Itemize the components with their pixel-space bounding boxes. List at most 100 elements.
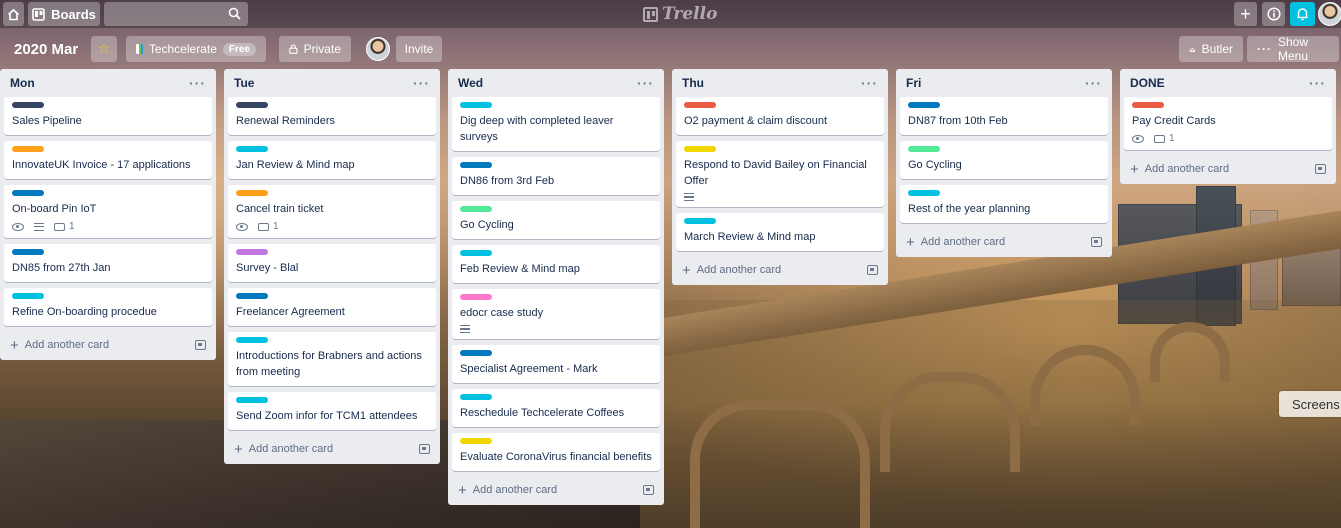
card[interactable]: On-board Pin IoT 1 xyxy=(4,185,212,238)
add-card-button[interactable]: + Add another card xyxy=(676,257,884,279)
card[interactable]: Respond to David Bailey on Financial Off… xyxy=(676,141,884,207)
list-title[interactable]: DONE xyxy=(1130,76,1165,90)
card[interactable]: Feb Review & Mind map xyxy=(452,245,660,283)
card-label-green[interactable] xyxy=(460,206,492,212)
add-card-link[interactable]: + Add another card xyxy=(234,441,333,458)
search-input[interactable] xyxy=(104,2,248,26)
card[interactable]: Freelancer Agreement xyxy=(228,288,436,326)
card-label-yellow[interactable] xyxy=(460,438,492,444)
card-template-icon[interactable] xyxy=(195,340,206,350)
card-label-sky[interactable] xyxy=(460,102,492,108)
list-header[interactable]: Fri ··· xyxy=(900,69,1108,97)
visibility-button[interactable]: Private xyxy=(279,36,351,62)
card[interactable]: Cancel train ticket 1 xyxy=(228,185,436,238)
card-label-sky[interactable] xyxy=(236,397,268,403)
card[interactable]: Send Zoom infor for TCM1 attendees xyxy=(228,392,436,430)
list-header[interactable]: Mon ··· xyxy=(4,69,212,97)
list-menu-icon[interactable]: ··· xyxy=(637,75,654,91)
team-button[interactable]: Techcelerate Free xyxy=(126,36,266,62)
add-card-button[interactable]: + Add another card xyxy=(4,332,212,354)
list-menu-icon[interactable]: ··· xyxy=(1085,75,1102,91)
card-template-icon[interactable] xyxy=(1091,237,1102,247)
card-label-sky[interactable] xyxy=(460,250,492,256)
list-title[interactable]: Mon xyxy=(10,76,35,90)
list-thu[interactable]: Thu ··· O2 payment & claim discount Respond… xyxy=(672,69,888,285)
list-done[interactable]: DONE ··· Pay Credit Cards 1 + Add another car… xyxy=(1120,69,1336,184)
notifications-button[interactable] xyxy=(1290,2,1315,26)
card-label-blue[interactable] xyxy=(12,190,44,196)
user-avatar[interactable] xyxy=(1318,2,1341,26)
card-label-sky[interactable] xyxy=(684,218,716,224)
list-title[interactable]: Tue xyxy=(234,76,254,90)
list-mon[interactable]: Mon ··· Sales Pipeline InnovateUK Invoice -… xyxy=(0,69,216,360)
card-label-blue[interactable] xyxy=(460,162,492,168)
card-label-purple[interactable] xyxy=(236,249,268,255)
list-menu-icon[interactable]: ··· xyxy=(413,75,430,91)
card-label-sky[interactable] xyxy=(236,337,268,343)
card[interactable]: Rest of the year planning xyxy=(900,185,1108,223)
card[interactable]: Sales Pipeline xyxy=(4,97,212,135)
card[interactable]: DN86 from 3rd Feb xyxy=(452,157,660,195)
card-label-sky[interactable] xyxy=(236,146,268,152)
add-card-link[interactable]: + Add another card xyxy=(10,337,109,354)
list-title[interactable]: Wed xyxy=(458,76,483,90)
card-label-red[interactable] xyxy=(684,102,716,108)
card-label-blue[interactable] xyxy=(236,293,268,299)
list-menu-icon[interactable]: ··· xyxy=(861,75,878,91)
trello-logo[interactable]: Trello xyxy=(643,4,717,24)
card-label-blue[interactable] xyxy=(908,102,940,108)
list-tue[interactable]: Tue ··· Renewal Reminders Jan Review & Mind… xyxy=(224,69,440,464)
card[interactable]: Go Cycling xyxy=(900,141,1108,179)
list-header[interactable]: Thu ··· xyxy=(676,69,884,97)
add-card-button[interactable]: + Add another card xyxy=(900,229,1108,251)
card-template-icon[interactable] xyxy=(1315,164,1326,174)
card-label-sky[interactable] xyxy=(908,190,940,196)
card-label-red[interactable] xyxy=(1132,102,1164,108)
butler-button[interactable]: Butler xyxy=(1179,36,1243,62)
card[interactable]: Pay Credit Cards 1 xyxy=(1124,97,1332,150)
add-card-link[interactable]: + Add another card xyxy=(682,262,781,279)
card-label-sky[interactable] xyxy=(12,293,44,299)
card[interactable]: InnovateUK Invoice - 17 applications xyxy=(4,141,212,179)
card-template-icon[interactable] xyxy=(419,444,430,454)
card[interactable]: Evaluate CoronaVirus financial benefits xyxy=(452,433,660,471)
card[interactable]: March Review & Mind map xyxy=(676,213,884,251)
list-fri[interactable]: Fri ··· DN87 from 10th Feb Go Cycling Rest o… xyxy=(896,69,1112,257)
list-title[interactable]: Thu xyxy=(682,76,704,90)
card[interactable]: Introductions for Brabners and actions f… xyxy=(228,332,436,386)
card[interactable]: Jan Review & Mind map xyxy=(228,141,436,179)
card-label-yellow[interactable] xyxy=(684,146,716,152)
add-card-button[interactable]: + Add another card xyxy=(452,477,660,499)
list-wed[interactable]: Wed ··· Dig deep with completed leaver sur… xyxy=(448,69,664,505)
boards-button[interactable]: Boards xyxy=(28,2,100,26)
card-label-orange[interactable] xyxy=(12,146,44,152)
card[interactable]: edocr case study xyxy=(452,289,660,339)
card[interactable]: Reschedule Techcelerate Coffees xyxy=(452,389,660,427)
card-template-icon[interactable] xyxy=(643,485,654,495)
card[interactable]: DN87 from 10th Feb xyxy=(900,97,1108,135)
card-label-navy[interactable] xyxy=(12,102,44,108)
star-button[interactable]: ☆ xyxy=(91,36,117,62)
add-card-link[interactable]: + Add another card xyxy=(458,482,557,499)
card[interactable]: O2 payment & claim discount xyxy=(676,97,884,135)
info-button[interactable] xyxy=(1262,2,1285,26)
card-label-blue[interactable] xyxy=(460,350,492,356)
card[interactable]: DN85 from 27th Jan xyxy=(4,244,212,282)
card[interactable]: Refine On-boarding procedue xyxy=(4,288,212,326)
list-title[interactable]: Fri xyxy=(906,76,921,90)
screens-overlay-tab[interactable]: Screens xyxy=(1279,391,1341,417)
add-button[interactable]: + xyxy=(1234,2,1257,26)
card-label-sky[interactable] xyxy=(460,394,492,400)
card[interactable]: Dig deep with completed leaver surveys xyxy=(452,97,660,151)
invite-button[interactable]: Invite xyxy=(396,36,442,62)
card[interactable]: Specialist Agreement - Mark xyxy=(452,345,660,383)
add-card-link[interactable]: + Add another card xyxy=(906,234,1005,251)
add-card-link[interactable]: + Add another card xyxy=(1130,161,1229,178)
list-menu-icon[interactable]: ··· xyxy=(189,75,206,91)
show-menu-button[interactable]: ··· Show Menu xyxy=(1247,35,1339,63)
card-template-icon[interactable] xyxy=(867,265,878,275)
add-card-button[interactable]: + Add another card xyxy=(1124,156,1332,178)
member-avatar[interactable] xyxy=(366,37,390,61)
list-header[interactable]: Tue ··· xyxy=(228,69,436,97)
card[interactable]: Go Cycling xyxy=(452,201,660,239)
